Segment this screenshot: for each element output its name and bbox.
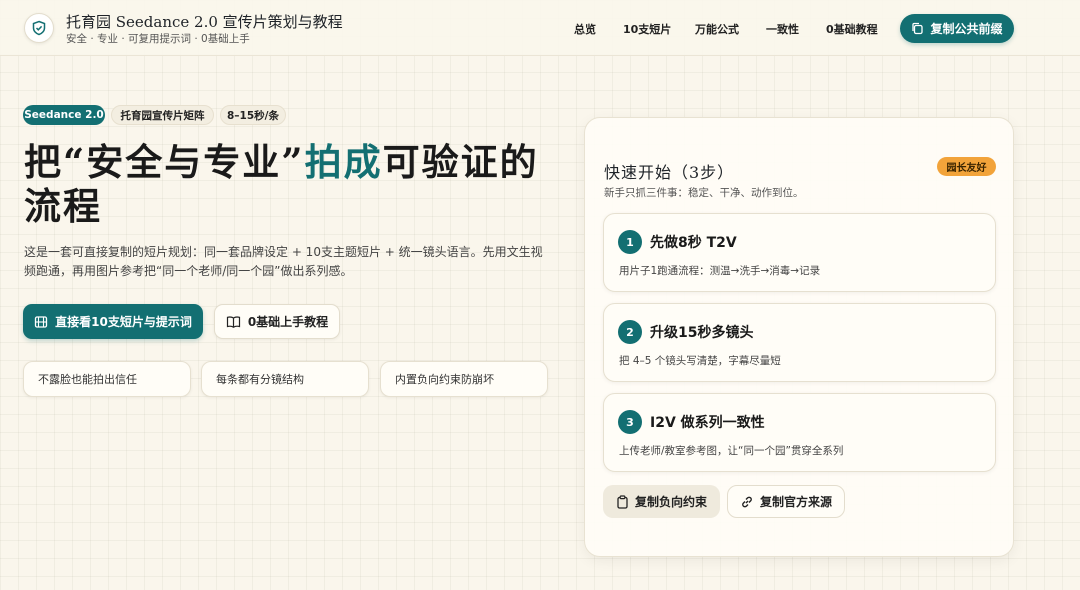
- view-shorts-label: 直接看10支短片与提示词: [55, 315, 192, 329]
- tutorial-button[interactable]: 0基础上手教程: [214, 304, 340, 339]
- quickstart-subtitle: 新手只抓三件事：稳定、干净、动作到位。: [604, 187, 804, 199]
- link-icon: [740, 495, 754, 509]
- chip-matrix: 托育园宣传片矩阵: [111, 105, 214, 125]
- shield-logo-icon[interactable]: [24, 13, 54, 43]
- copy-prefix-button[interactable]: 复制公共前缀: [900, 14, 1014, 43]
- quickstart-panel: 快速开始（3步） 园长友好 新手只抓三件事：稳定、干净、动作到位。 1 先做8秒…: [584, 117, 1014, 557]
- nav-tutorial[interactable]: 0基础教程: [826, 21, 878, 37]
- copy-negative-button[interactable]: 复制负向约束: [603, 485, 720, 518]
- step-title: I2V 做系列一致性: [650, 415, 765, 431]
- brand-subtitle: 安全 · 专业 · 可复用提示词 · 0基础上手: [66, 33, 250, 45]
- step-number: 2: [618, 320, 642, 344]
- step-card-1: 1 先做8秒 T2V 用片子1跑通流程：测温→洗手→消毒→记录: [603, 213, 996, 292]
- tutorial-label: 0基础上手教程: [247, 315, 329, 329]
- hero-title-part1: 把“安全与专业”: [24, 140, 305, 184]
- view-shorts-button[interactable]: 直接看10支短片与提示词: [23, 304, 203, 339]
- step-title: 升级15秒多镜头: [650, 325, 754, 341]
- feature-card: 内置负向约束防崩坏: [380, 361, 548, 397]
- step-description: 用片子1跑通流程：测温→洗手→消毒→记录: [619, 265, 821, 277]
- copy-source-button[interactable]: 复制官方来源: [727, 485, 845, 518]
- step-card-2: 2 升级15秒多镜头 把 4–5 个镜头写清楚，字幕尽量短: [603, 303, 996, 382]
- hero-description: 这是一套可直接复制的短片规划：同一套品牌设定 + 10支主题短片 + 统一镜头语…: [24, 245, 543, 278]
- copy-source-label: 复制官方来源: [759, 495, 832, 509]
- copy-negative-label: 复制负向约束: [634, 495, 707, 509]
- step-description: 上传老师/教室参考图，让“同一个园”贯穿全系列: [619, 445, 844, 457]
- nav-formula[interactable]: 万能公式: [695, 21, 739, 37]
- clipboard-icon: [616, 494, 629, 509]
- chip-duration: 8–15秒/条: [220, 105, 286, 125]
- step-number: 1: [618, 230, 642, 254]
- copy-icon: [911, 22, 924, 35]
- film-icon: [34, 315, 48, 329]
- hero-title: 把“安全与专业”拍成可验证的流程: [24, 140, 564, 228]
- step-number: 3: [618, 410, 642, 434]
- nav-overview[interactable]: 总览: [574, 21, 596, 37]
- nav-consistency[interactable]: 一致性: [766, 21, 799, 37]
- director-friendly-badge: 园长友好: [937, 157, 996, 176]
- chip-seedance: Seedance 2.0: [23, 105, 105, 125]
- step-card-3: 3 I2V 做系列一致性 上传老师/教室参考图，让“同一个园”贯穿全系列: [603, 393, 996, 472]
- step-title: 先做8秒 T2V: [650, 235, 737, 251]
- brand-title: 托育园 Seedance 2.0 宣传片策划与教程: [66, 13, 343, 31]
- copy-prefix-label: 复制公共前缀: [930, 22, 1003, 36]
- top-header: 托育园 Seedance 2.0 宣传片策划与教程 安全 · 专业 · 可复用提…: [0, 0, 1080, 56]
- step-description: 把 4–5 个镜头写清楚，字幕尽量短: [619, 355, 781, 367]
- feature-card: 每条都有分镜结构: [201, 361, 369, 397]
- book-open-icon: [226, 315, 241, 329]
- nav-ten-shorts[interactable]: 10支短片: [623, 21, 671, 37]
- hero-title-accent: 拍成: [304, 140, 383, 184]
- feature-card: 不露脸也能拍出信任: [23, 361, 191, 397]
- quickstart-title: 快速开始（3步）: [604, 163, 735, 182]
